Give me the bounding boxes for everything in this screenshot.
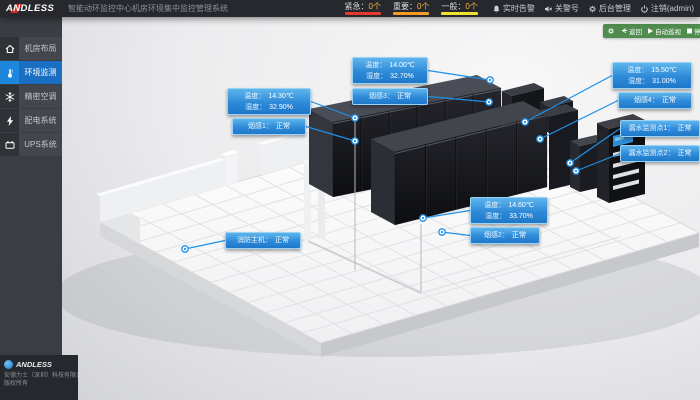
callout-marker-dot [489, 79, 491, 81]
footer-logo-text: ANDLESS [16, 360, 52, 369]
badge-label: 重要：0个 [393, 2, 429, 11]
menu-item-realtime-alarm[interactable]: 实时告警 [492, 3, 535, 14]
menu-label: 关警号 [555, 3, 579, 14]
alarm-badge-general[interactable]: 一般：0个 [441, 2, 477, 15]
mute-icon [544, 4, 553, 14]
sidebar-item-label: 配电系统 [19, 109, 62, 132]
app-logo: ANDLESS [0, 0, 62, 17]
bolt-icon [0, 109, 19, 132]
battery-icon [0, 133, 19, 156]
callout-marker-dot [488, 101, 490, 103]
callout-marker-dot [354, 140, 356, 142]
callout-marker-dot [422, 217, 424, 219]
bell-icon [492, 4, 501, 14]
sidebar-item-room-layout[interactable]: 机房布局 [0, 37, 62, 60]
badge-underline [345, 12, 381, 15]
view-toolbar: 返回 自动巡视 停止 [603, 24, 700, 38]
app-root: ANDLESS 智能动环监控中心机房环境集中监控管理系统 紧急：0个 重要：0个… [0, 0, 700, 400]
badge-underline [441, 12, 477, 15]
sidebar: 机房布局 环境监测 精密空调 配电系统 UPS系统 [0, 17, 62, 355]
callout-marker-dot [575, 170, 577, 172]
stop-button[interactable]: 停止 [686, 26, 700, 36]
sidebar-item-label: UPS系统 [19, 133, 62, 156]
footer-logo: ANDLESS [4, 360, 74, 369]
page-title: 智能动环监控中心机房环境集中监控管理系统 [68, 3, 228, 14]
footer: ANDLESS 安德力士（深圳）科技有限公司 版权所有 [0, 355, 78, 400]
footer-rights: 版权所有 [4, 380, 74, 388]
stop-label: 停止 [694, 26, 700, 36]
callout-marker-dot [524, 121, 526, 123]
sidebar-item-label: 机房布局 [19, 37, 62, 60]
badge-label: 紧急：0个 [345, 2, 381, 11]
callout-marker-dot [184, 248, 186, 250]
play-icon [647, 27, 654, 35]
home-icon [0, 37, 19, 60]
callout-marker-dot [441, 231, 443, 233]
sidebar-item-power-dist[interactable]: 配电系统 [0, 109, 62, 132]
auto-patrol-label: 自动巡视 [655, 26, 681, 36]
power-icon [640, 4, 649, 14]
view-settings-button[interactable] [607, 27, 615, 35]
menu-label: 实时告警 [503, 3, 535, 14]
callout-marker-dot [354, 117, 356, 119]
alarm-badge-important[interactable]: 重要：0个 [393, 2, 429, 15]
scene-line [428, 71, 490, 81]
menu-label: 注销(admin) [651, 3, 694, 14]
alarm-badge-urgent[interactable]: 紧急：0个 [345, 2, 381, 15]
badge-label: 一般：0个 [441, 2, 477, 11]
stop-icon [686, 27, 693, 35]
menu-item-logout[interactable]: 注销(admin) [640, 3, 694, 14]
snowflake-icon [0, 85, 19, 108]
header-menu: 实时告警 关警号 后台管理 注销(admin) [492, 3, 694, 14]
sidebar-item-env-monitor[interactable]: 环境监测 [0, 61, 62, 84]
thermometer-icon [0, 61, 19, 84]
badge-underline [393, 12, 429, 15]
sidebar-item-label: 精密空调 [19, 85, 62, 108]
sidebar-item-precision-ac[interactable]: 精密空调 [0, 85, 62, 108]
menu-item-admin[interactable]: 后台管理 [588, 3, 631, 14]
callout-marker-dot [569, 162, 571, 164]
footer-logo-icon [4, 360, 13, 369]
footer-company: 安德力士（深圳）科技有限公司 [4, 372, 74, 380]
header: ANDLESS 智能动环监控中心机房环境集中监控管理系统 紧急：0个 重要：0个… [0, 0, 700, 17]
scene-3d-view[interactable] [62, 17, 700, 400]
sidebar-item-label: 环境监测 [19, 61, 62, 84]
back-button[interactable]: 返回 [620, 26, 642, 36]
logo-text: ANDLESS [6, 3, 54, 14]
auto-patrol-button[interactable]: 自动巡视 [647, 26, 681, 36]
gear-icon [607, 27, 615, 35]
sidebar-item-ups[interactable]: UPS系统 [0, 133, 62, 156]
alarm-badges: 紧急：0个 重要：0个 一般：0个 [345, 2, 478, 15]
back-label: 返回 [629, 26, 642, 36]
back-arrow-icon [620, 27, 628, 35]
network-rack [597, 114, 645, 203]
menu-label: 后台管理 [599, 3, 631, 14]
main-view: 温度：14.00℃湿度：32.70%烟感3：正常温度：14.30℃湿度：32.9… [62, 17, 700, 400]
callout-marker-dot [539, 138, 541, 140]
menu-item-mute-alarm[interactable]: 关警号 [544, 3, 579, 14]
gear-icon [588, 4, 597, 14]
